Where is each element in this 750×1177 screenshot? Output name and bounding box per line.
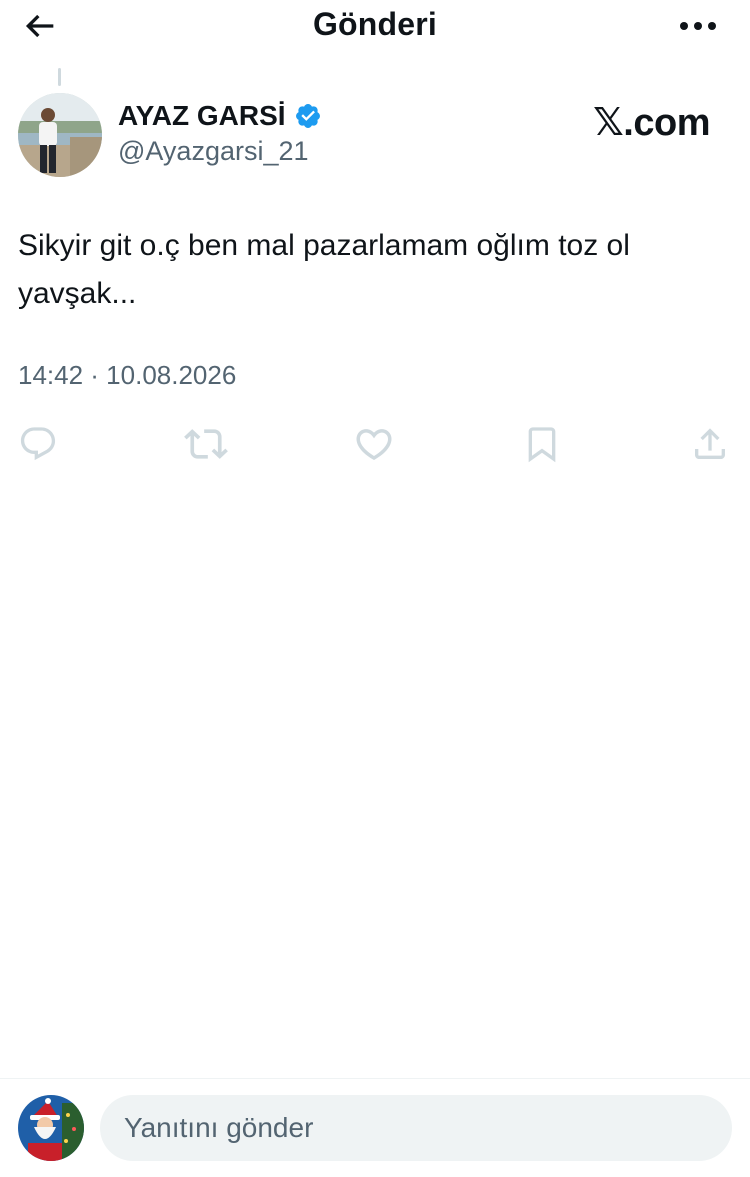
top-bar: Gönderi — [0, 0, 750, 56]
x-com-watermark: 𝕏.com — [593, 100, 710, 145]
bookmark-button[interactable] — [516, 418, 568, 470]
santa-avatar-icon — [18, 1095, 84, 1161]
more-dots-icon — [680, 22, 716, 30]
repost-icon — [184, 429, 228, 459]
current-user-avatar[interactable] — [18, 1095, 84, 1161]
bookmark-icon — [528, 427, 556, 463]
author-avatar[interactable] — [18, 93, 102, 177]
author-handle[interactable]: @Ayazgarsi_21 — [118, 136, 309, 167]
share-icon — [695, 428, 725, 459]
reply-button[interactable] — [12, 418, 64, 470]
brand-domain: .com — [623, 102, 710, 144]
thread-connector-line — [58, 68, 61, 86]
author-name-row[interactable]: AYAZ GARSİ — [118, 100, 322, 132]
author-photo-icon — [18, 93, 102, 177]
like-icon — [356, 429, 392, 461]
author-name: AYAZ GARSİ — [118, 100, 286, 131]
page-title: Gönderi — [312, 6, 438, 42]
more-options-button[interactable] — [674, 8, 722, 44]
verified-badge-icon — [295, 104, 320, 128]
like-button[interactable] — [348, 418, 400, 470]
post-detail-screen: Gönderi AYAZ GARSİ @Ayazgarsi_21 𝕏.com S… — [0, 0, 750, 1177]
x-logo-glyph: 𝕏 — [593, 100, 624, 144]
post-text: Sikyir git o.ç ben mal pazarlamam oğlım … — [18, 229, 630, 310]
post-timestamp[interactable]: 14:42 · 10.08.2026 — [18, 360, 236, 391]
share-button[interactable] — [684, 418, 736, 470]
reply-input[interactable] — [100, 1095, 732, 1161]
post-actions-bar — [0, 418, 750, 470]
reply-icon — [20, 427, 56, 461]
repost-button[interactable] — [180, 418, 232, 470]
reply-bar-divider — [0, 1078, 750, 1079]
